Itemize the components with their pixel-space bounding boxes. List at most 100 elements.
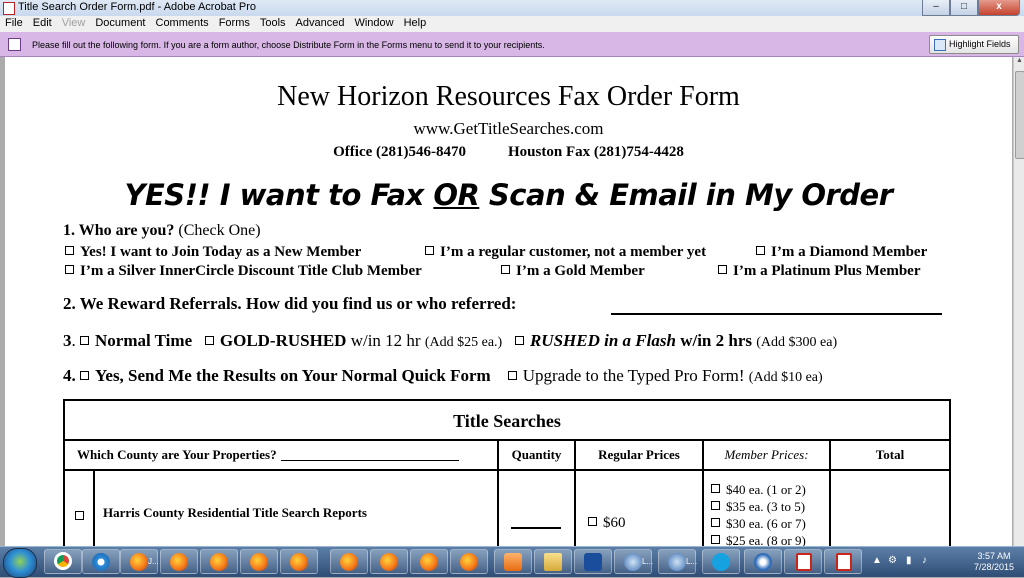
quantity-cell[interactable]: [499, 471, 576, 546]
taskbar-thunderbird-2[interactable]: L...: [658, 549, 698, 574]
option-gold-member[interactable]: I’m a Gold Member: [501, 263, 645, 280]
checkbox[interactable]: [501, 265, 510, 274]
media-player-icon: [504, 553, 522, 571]
regular-price-cell: $60: [576, 471, 704, 546]
normal-time-label: Normal Time: [95, 331, 193, 350]
pdf-page: New Horizon Resources Fax Order Form www…: [5, 57, 1012, 546]
option-regular-customer[interactable]: I’m a regular customer, not a member yet: [425, 244, 706, 261]
banner-or: OR: [433, 178, 480, 212]
regular-price: $60: [603, 515, 626, 531]
gold-rushed-price: (Add $25 ea.): [424, 335, 503, 350]
option-label: I’m a Diamond Member: [771, 244, 928, 260]
taskbar-pen-app[interactable]: [744, 549, 782, 574]
menu-edit[interactable]: Edit: [28, 16, 57, 32]
taskbar-media-player[interactable]: [494, 549, 532, 574]
checkbox[interactable]: [711, 535, 720, 544]
typed-pro-form-price: (Add $10 ea): [748, 370, 823, 385]
total-cell[interactable]: [831, 471, 949, 546]
quantity-input-line[interactable]: [511, 527, 561, 529]
checkbox-typed-pro-form[interactable]: [507, 371, 517, 380]
scroll-up-icon[interactable]: ▲: [1014, 57, 1024, 67]
taskbar-app-m[interactable]: [574, 549, 612, 574]
menu-forms[interactable]: Forms: [214, 16, 255, 32]
checkbox[interactable]: [718, 265, 727, 274]
tray-clock[interactable]: 3:57 AM 7/28/2015: [974, 551, 1014, 573]
document-viewport[interactable]: New Horizon Resources Fax Order Form www…: [0, 57, 1013, 546]
checkbox-normal-time[interactable]: [80, 336, 89, 345]
header-county: Which County are Your Properties?: [65, 441, 499, 469]
rushed-flash-label: RUSHED in a Flash: [529, 331, 676, 350]
taskbar-firefox-9[interactable]: [450, 549, 488, 574]
taskbar-firefox-2[interactable]: [160, 549, 198, 574]
tray-arrow-icon[interactable]: ▲: [872, 555, 882, 566]
checkbox[interactable]: [425, 246, 434, 255]
checkbox[interactable]: [711, 518, 720, 527]
taskbar-acrobat-2[interactable]: [824, 549, 862, 574]
taskbar-acrobat-1[interactable]: [784, 549, 822, 574]
option-new-member[interactable]: Yes! I want to Join Today as a New Membe…: [65, 244, 361, 261]
header-total: Total: [875, 447, 905, 462]
county-input-line[interactable]: [280, 460, 459, 461]
taskbar-ie[interactable]: [82, 549, 120, 574]
menu-tools[interactable]: Tools: [255, 16, 291, 32]
minimize-button[interactable]: –: [922, 0, 950, 16]
option-diamond-member[interactable]: I’m a Diamond Member: [756, 244, 927, 261]
window-title-bar: Title Search Order Form.pdf - Adobe Acro…: [0, 0, 1024, 16]
phone-numbers: Office (281)546-8470 Houston Fax (281)754…: [5, 144, 1012, 161]
checkbox-gold-rushed[interactable]: [204, 336, 214, 345]
vertical-scrollbar[interactable]: ▲: [1013, 57, 1024, 546]
referral-input-line[interactable]: [611, 313, 942, 315]
menu-view[interactable]: View: [57, 16, 91, 32]
option-platinum-member[interactable]: I’m a Platinum Plus Member: [718, 263, 920, 280]
checkbox-regular-price[interactable]: [588, 517, 597, 526]
checkbox-harris-county[interactable]: [75, 511, 84, 520]
header-member-prices: Member Prices:: [704, 441, 831, 469]
taskbar-firefox-6[interactable]: [330, 549, 368, 574]
taskbar-firefox-5[interactable]: [280, 549, 318, 574]
checkbox[interactable]: [65, 246, 74, 255]
close-button[interactable]: x: [978, 0, 1020, 16]
tray-settings-icon[interactable]: ⚙: [888, 555, 897, 566]
menu-comments[interactable]: Comments: [151, 16, 214, 32]
clock-date: 7/28/2015: [973, 562, 1014, 572]
member-price-option[interactable]: $25 ea. (8 or 9): [711, 532, 829, 546]
tray-volume-icon[interactable]: ♪: [922, 555, 927, 566]
maximize-button[interactable]: □: [950, 0, 978, 16]
taskbar-firefox-8[interactable]: [410, 549, 448, 574]
scroll-thumb[interactable]: [1015, 71, 1024, 159]
menu-file[interactable]: File: [0, 16, 28, 32]
taskbar-firefox-7[interactable]: [370, 549, 408, 574]
menu-window[interactable]: Window: [349, 16, 398, 32]
taskbar-chrome[interactable]: [44, 549, 82, 574]
option-silver-member[interactable]: I’m a Silver InnerCircle Discount Title …: [65, 263, 422, 280]
taskbar-firefox-3[interactable]: [200, 549, 238, 574]
checkbox[interactable]: [65, 265, 74, 274]
checkbox-rushed-flash[interactable]: [514, 336, 524, 345]
option-label: I’m a Platinum Plus Member: [733, 263, 921, 279]
mail-icon: [624, 553, 642, 571]
highlight-fields-button[interactable]: Highlight Fields: [929, 35, 1019, 54]
checkbox[interactable]: [711, 484, 720, 493]
taskbar-explorer[interactable]: [534, 549, 572, 574]
firefox-icon: [340, 553, 358, 571]
tray-network-icon[interactable]: ▮: [906, 555, 912, 566]
taskbar-thunderbird-1[interactable]: L...: [614, 549, 653, 574]
member-price-option[interactable]: $30 ea. (6 or 7): [711, 515, 829, 532]
pen-app-icon: [754, 553, 772, 571]
rushed-flash-price: (Add $300 ea): [756, 335, 838, 350]
mail-icon: [668, 553, 686, 571]
taskbar-skype[interactable]: [702, 549, 740, 574]
title-searches-table: Title Searches Which County are Your Pro…: [63, 399, 951, 546]
checkbox-normal-form[interactable]: [80, 371, 89, 380]
menu-document[interactable]: Document: [90, 16, 150, 32]
taskbar-firefox-1[interactable]: J...: [120, 549, 159, 574]
start-button[interactable]: [3, 548, 37, 578]
menu-help[interactable]: Help: [399, 16, 432, 32]
taskbar-firefox-4[interactable]: [240, 549, 278, 574]
taskbar-label: L...: [686, 557, 698, 566]
checkbox[interactable]: [756, 246, 765, 255]
member-price-option[interactable]: $35 ea. (3 to 5): [711, 498, 829, 515]
member-price-option[interactable]: $40 ea. (1 or 2): [711, 481, 829, 498]
checkbox[interactable]: [711, 501, 720, 510]
menu-advanced[interactable]: Advanced: [291, 16, 350, 32]
